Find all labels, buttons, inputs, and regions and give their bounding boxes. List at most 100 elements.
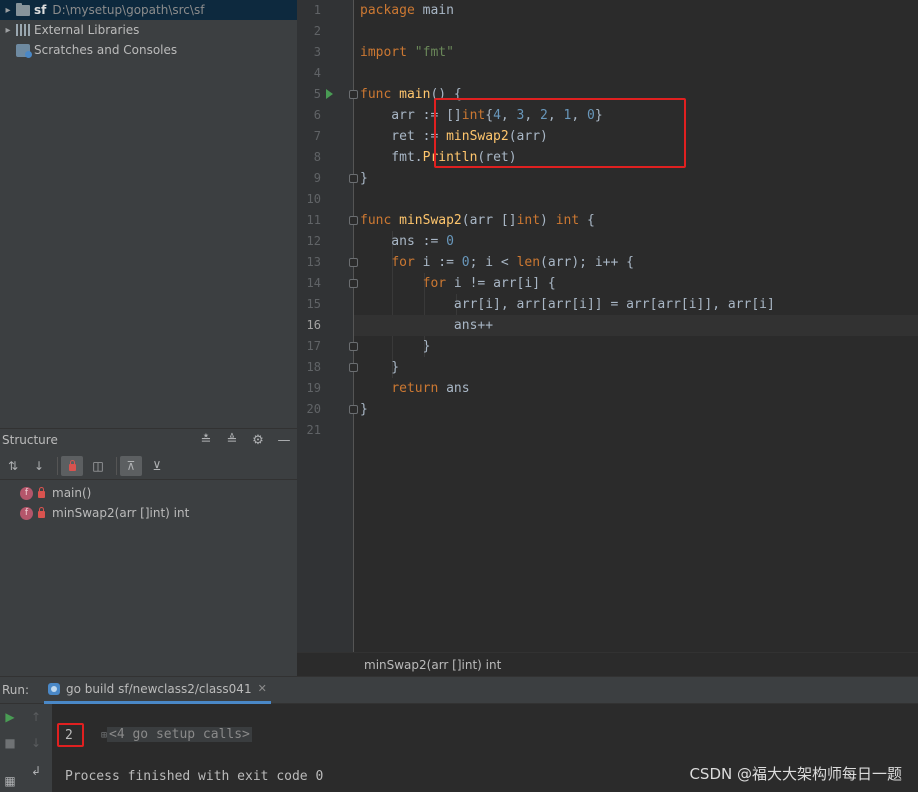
code-highlight-box [434, 98, 686, 168]
function-badge-icon: f [20, 486, 33, 500]
tree-item-scratches[interactable]: Scratches and Consoles [0, 40, 177, 60]
code-line: } [360, 360, 400, 375]
line-number: 10 [306, 192, 321, 206]
line-number: 18 [306, 360, 321, 374]
project-panel: ▸ sf D:\mysetup\gopath\src\sf ▸ External… [0, 0, 297, 676]
setup-calls-text[interactable]: <4 go setup calls> [107, 727, 252, 742]
line-number: 21 [306, 423, 321, 437]
line-number: 2 [313, 24, 321, 38]
lock-icon [38, 486, 45, 498]
line-number: 4 [313, 66, 321, 80]
line-number: 12 [306, 234, 321, 248]
code-line: return ans [391, 381, 470, 396]
run-tab[interactable]: go build sf/newclass2/class041 ✕ [44, 677, 271, 704]
code-line: func minSwap2(arr []int) int { [360, 213, 595, 228]
line-number: 8 [313, 150, 321, 164]
code-line: package main [360, 3, 454, 18]
code-line: for i != arr[i] { [422, 276, 556, 291]
line-number: 9 [313, 171, 321, 185]
tree-item-external-libraries[interactable]: ▸ External Libraries [0, 20, 139, 40]
structure-item-label: main() [52, 486, 92, 500]
output-highlight-box [57, 723, 84, 747]
layout-icon[interactable]: ▦ [0, 771, 20, 791]
code-line: } [360, 171, 368, 186]
run-label: Run: [2, 683, 30, 697]
chevron-right-icon[interactable]: ▸ [0, 5, 16, 16]
tree-item-sf[interactable]: ▸ sf D:\mysetup\gopath\src\sf [0, 0, 297, 20]
structure-item-label: minSwap2(arr []int) int [52, 506, 190, 520]
run-tab-title: go build sf/newclass2/class041 [66, 681, 252, 696]
sort-alpha-icon[interactable]: ⇅ [2, 456, 24, 476]
chevron-right-icon[interactable]: ▸ [0, 25, 16, 36]
code-line-current: ans++ [354, 315, 918, 336]
watermark: CSDN @福大大架构师每日一题 [689, 765, 902, 783]
line-number: 6 [313, 108, 321, 122]
console-finished-line: Process finished with exit code 0 [65, 769, 324, 784]
run-gutter-icon[interactable] [326, 89, 333, 99]
code-line: } [360, 402, 368, 417]
code-editor[interactable]: 1 2 3 4 5 6 7 8 9 10 11 12 13 14 15 16 1… [297, 0, 918, 652]
soft-wrap-icon[interactable]: ↲ [26, 761, 46, 781]
run-panel: Run: go build sf/newclass2/class041 ✕ ▶ … [0, 676, 918, 792]
minimize-icon[interactable]: — [271, 433, 297, 448]
tree-item-label: External Libraries [34, 23, 140, 37]
rerun-icon[interactable]: ▶ [0, 707, 20, 727]
autoscroll-to-source-icon[interactable]: ⊼ [120, 456, 142, 476]
gear-icon[interactable]: ⚙ [245, 433, 271, 448]
structure-item-minswap2[interactable]: f minSwap2(arr []int) int [20, 503, 189, 523]
show-non-public-icon[interactable] [61, 456, 83, 476]
line-number: 5 [313, 87, 321, 101]
autoscroll-from-source-icon[interactable]: ⊻ [146, 456, 168, 476]
code-line: } [360, 339, 431, 354]
code-line: ans := 0 [360, 234, 454, 249]
tree-item-label: Scratches and Consoles [34, 43, 178, 57]
library-icon [16, 24, 30, 36]
sort-visibility-icon[interactable]: ↓ [28, 456, 50, 476]
console-setup-line: ⊞ <4 go setup calls> [54, 705, 252, 742]
expand-all-icon[interactable]: ≛ [193, 433, 219, 448]
line-number: 13 [306, 255, 321, 269]
show-folder-icon[interactable]: ◫ [87, 456, 109, 476]
lock-icon [68, 459, 76, 471]
line-number: 3 [313, 45, 321, 59]
line-number: 7 [313, 129, 321, 143]
tree-item-path: D:\mysetup\gopath\src\sf [52, 3, 205, 17]
collapse-all-icon[interactable]: ≜ [219, 433, 245, 448]
structure-item-main[interactable]: f main() [20, 483, 91, 503]
code-line: for i := 0; i < len(arr); i++ { [391, 255, 634, 270]
tree-item-label: sf [34, 3, 47, 17]
breadcrumb-bar: minSwap2(arr []int) int [297, 652, 918, 676]
function-badge-icon: f [20, 506, 33, 520]
code-line: arr[i], arr[arr[i]] = arr[arr[i]], arr[i… [360, 297, 775, 312]
folder-icon [16, 2, 30, 16]
scratch-icon [16, 43, 32, 58]
lock-icon [38, 506, 45, 518]
code-line: import "fmt" [360, 45, 454, 60]
line-number: 19 [306, 381, 321, 395]
line-number: 1 [313, 3, 321, 17]
close-icon[interactable]: ✕ [258, 682, 267, 695]
line-number: 17 [306, 339, 321, 353]
up-arrow-icon[interactable]: ↑ [26, 707, 46, 727]
line-number: 15 [306, 297, 321, 311]
structure-toolbar: ⇅ ↓ ◫ ⊼ ⊻ [0, 453, 297, 480]
toolbar-divider [57, 457, 58, 475]
go-build-icon [48, 682, 60, 695]
stop-icon[interactable]: ■ [0, 733, 20, 753]
structure-header: Structure ≛ ≜ ⚙ — [0, 428, 297, 451]
run-tab-bar: Run: go build sf/newclass2/class041 ✕ [0, 677, 918, 704]
line-number: 11 [306, 213, 321, 227]
breadcrumb[interactable]: minSwap2(arr []int) int [297, 658, 501, 672]
line-number: 14 [306, 276, 321, 290]
toolbar-divider [116, 457, 117, 475]
run-side-toolbar: ▶ ↑ ■ ↓ ↲ ▦ [0, 704, 52, 792]
line-number-current: 16 [306, 318, 321, 332]
code-area[interactable]: package main import "fmt" func main() { … [354, 0, 918, 652]
down-arrow-icon[interactable]: ↓ [26, 733, 46, 753]
structure-title: Structure [2, 433, 58, 447]
line-number: 20 [306, 402, 321, 416]
